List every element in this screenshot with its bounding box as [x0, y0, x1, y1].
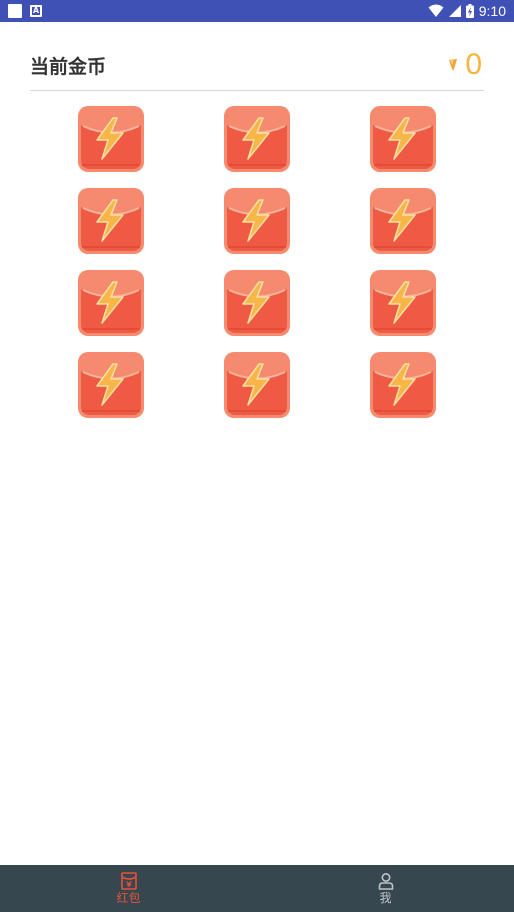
bottom-nav: 红包 我 — [0, 865, 514, 912]
cell-signal-icon — [448, 5, 461, 17]
red-packet-lightning-icon — [78, 188, 144, 254]
red-packet-lightning-icon — [370, 188, 436, 254]
red-packet-button[interactable] — [77, 187, 145, 255]
red-packet-button[interactable] — [223, 269, 291, 337]
page-title: 当前金币 — [30, 55, 107, 78]
red-packet-button[interactable] — [369, 187, 437, 255]
red-packet-button[interactable] — [369, 351, 437, 419]
red-packet-lightning-icon — [78, 270, 144, 336]
red-packet-button[interactable] — [369, 105, 437, 173]
red-packet-button[interactable] — [223, 351, 291, 419]
red-packet-button[interactable] — [223, 105, 291, 173]
red-packet-lightning-icon — [224, 270, 290, 336]
status-time: 9:10 — [478, 3, 506, 19]
red-packet-lightning-icon — [370, 270, 436, 336]
coin-header: 当前金币 0 — [30, 40, 484, 91]
wifi-icon — [428, 4, 444, 17]
red-packet-button[interactable] — [77, 351, 145, 419]
gold-coin-icon — [449, 59, 458, 71]
red-packet-lightning-icon — [224, 106, 290, 172]
red-packet-button[interactable] — [77, 105, 145, 173]
red-packet-button[interactable] — [223, 187, 291, 255]
tab-me[interactable]: 我 — [257, 865, 514, 912]
red-packet-tab-icon — [120, 872, 137, 890]
notification-square-icon — [8, 4, 22, 18]
red-packet-lightning-icon — [224, 188, 290, 254]
person-icon — [378, 872, 393, 890]
red-packet-lightning-icon — [78, 106, 144, 172]
red-packet-lightning-icon — [78, 352, 144, 418]
tab-red-packet-label: 红包 — [116, 891, 141, 905]
status-bar: A 9:10 — [0, 0, 514, 22]
red-packet-lightning-icon — [224, 352, 290, 418]
tab-red-packet[interactable]: 红包 — [0, 865, 257, 912]
red-packet-lightning-icon — [370, 106, 436, 172]
coin-balance: 0 — [447, 50, 482, 80]
coin-balance-value: 0 — [465, 48, 482, 81]
app-a-icon: A — [30, 5, 42, 17]
red-packet-button[interactable] — [369, 269, 437, 337]
red-packet-button[interactable] — [77, 269, 145, 337]
tab-me-label: 我 — [379, 891, 392, 905]
battery-charging-icon — [465, 4, 474, 18]
red-packet-lightning-icon — [370, 352, 436, 418]
